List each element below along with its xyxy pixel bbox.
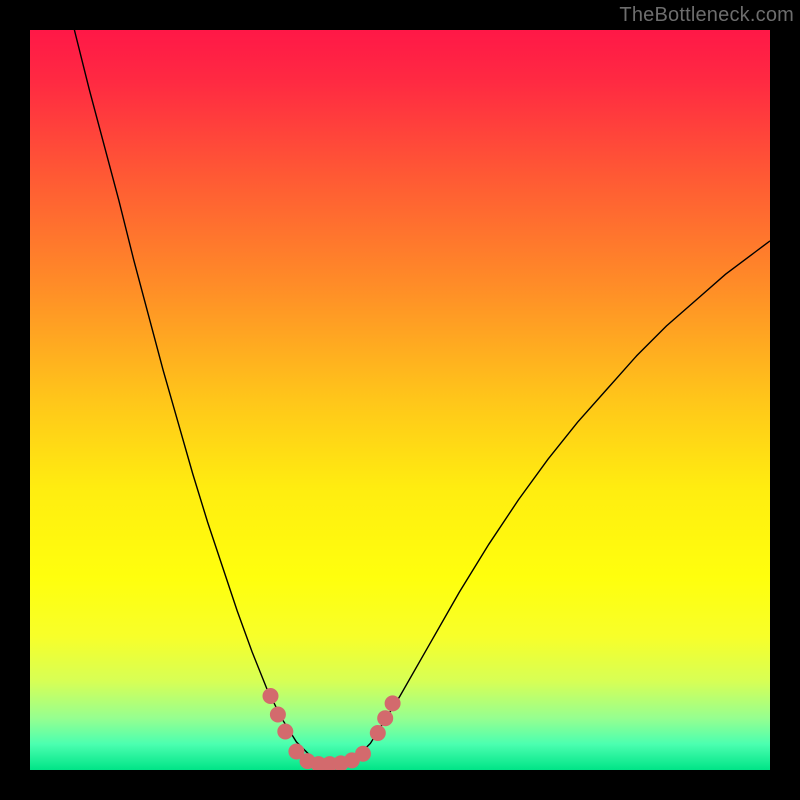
chart-background: [30, 30, 770, 770]
highlight-dot: [385, 695, 401, 711]
watermark-text: TheBottleneck.com: [619, 4, 794, 27]
highlight-dot: [370, 725, 386, 741]
highlight-dot: [277, 724, 293, 740]
highlight-dot: [270, 707, 286, 723]
chart-svg: [30, 30, 770, 770]
chart-frame: TheBottleneck.com: [0, 0, 800, 800]
plot-area: [30, 30, 770, 770]
highlight-dot: [263, 688, 279, 704]
highlight-dot: [355, 746, 371, 762]
highlight-dot: [377, 710, 393, 726]
